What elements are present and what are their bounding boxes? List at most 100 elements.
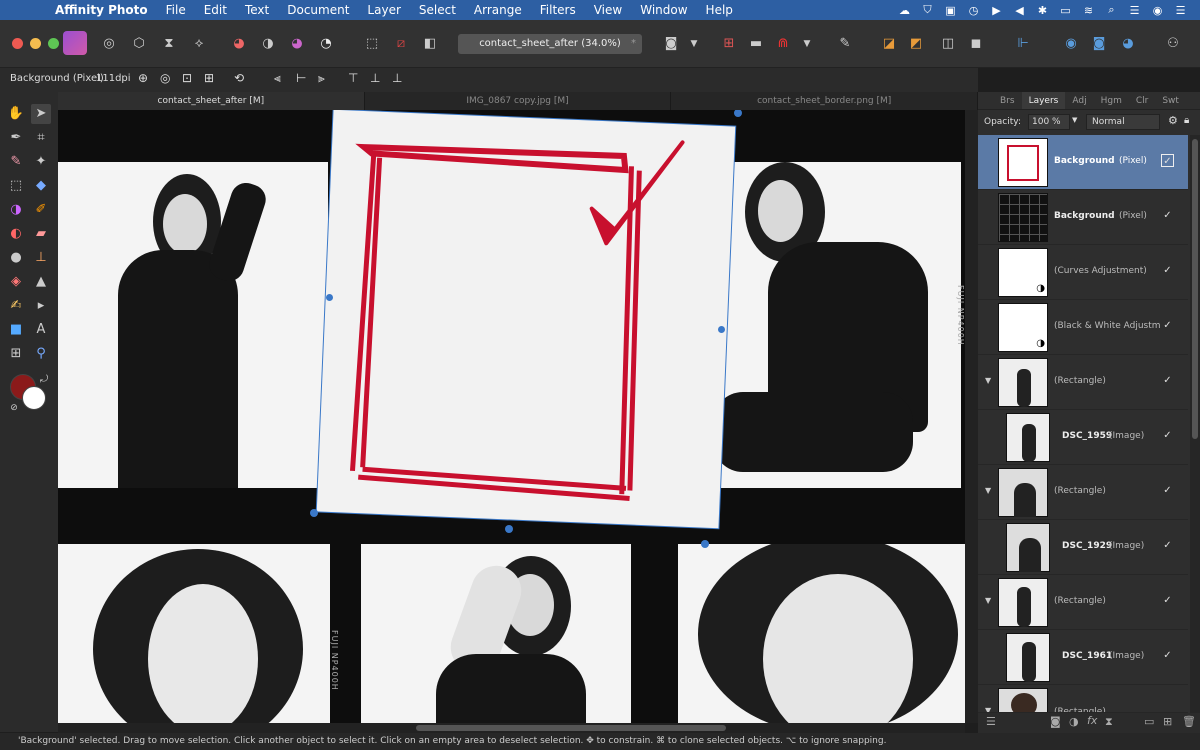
menu-document[interactable]: Document <box>278 3 358 17</box>
add-pixel-layer-icon[interactable]: ⊞ <box>1163 715 1172 728</box>
disclosure-triangle-icon[interactable]: ▼ <box>985 376 991 385</box>
snapping-grid-icon[interactable]: ⊞ <box>718 33 740 55</box>
liquify-persona-icon[interactable]: ◎ <box>98 33 120 55</box>
vertical-scrollbar[interactable] <box>965 110 978 723</box>
move-back-icon[interactable]: ◫ <box>937 33 959 55</box>
no-selection-icon[interactable]: ⧄ <box>390 33 412 55</box>
layer-item[interactable]: DSC_1929 (Image) ✓ <box>978 520 1188 575</box>
menu-text[interactable]: Text <box>236 3 278 17</box>
zoom-tool-icon[interactable]: ⚲ <box>31 344 51 364</box>
group-folder-icon[interactable]: ▭ <box>1144 715 1154 728</box>
selection-handle-top-right[interactable] <box>734 110 742 117</box>
lock-icon[interactable]: 🔒︎ <box>1184 115 1189 126</box>
auto-contrast-icon[interactable]: ◑ <box>257 33 279 55</box>
text-tool-icon[interactable]: A <box>31 320 51 340</box>
flood-select-icon[interactable]: ✦ <box>31 152 51 172</box>
tab-brushes[interactable]: Brs <box>978 92 1022 109</box>
document-title-field[interactable]: contact_sheet_after (34.0%) * <box>458 34 642 54</box>
tab-contact-sheet-border[interactable]: contact_sheet_border.png [M] <box>671 92 979 110</box>
mask-layer-icon[interactable]: ◙ <box>1050 715 1061 728</box>
align-bottom-icon[interactable]: ⊥ <box>392 71 402 85</box>
layer-item[interactable]: ◑ (Black & White Adjustmer ✓ <box>978 300 1188 355</box>
creative-cloud-icon[interactable]: ☁ <box>893 4 916 17</box>
adjustment-layer-icon[interactable]: ◑ <box>1069 715 1079 728</box>
align-right-icon[interactable]: ⫸ <box>318 71 325 86</box>
blend-mode-select[interactable]: Normal <box>1086 114 1160 130</box>
tab-color[interactable]: Clr <box>1129 92 1156 109</box>
red-eye-icon[interactable]: ◈ <box>6 272 26 292</box>
no-fill-icon[interactable]: ⊘ <box>4 398 24 418</box>
photo-persona-icon[interactable] <box>63 31 87 55</box>
marquee-tool-icon[interactable]: ⬚ <box>6 176 26 196</box>
pen-tool-icon[interactable]: ✍ <box>6 296 26 316</box>
menu-file[interactable]: File <box>157 3 195 17</box>
assistant-icon[interactable]: ◙ <box>660 33 682 55</box>
layer-item[interactable]: DSC_1959 (Image) ✓ <box>978 410 1188 465</box>
node-tool-icon[interactable]: ▸ <box>31 296 51 316</box>
gear-icon[interactable]: ⚙ <box>1168 114 1178 127</box>
rectangle-tool-icon[interactable]: ■ <box>6 320 26 340</box>
snapping-options-icon[interactable]: ▬ <box>745 33 767 55</box>
selection-handle-bottom-right[interactable] <box>701 540 709 548</box>
align-icon[interactable]: ⊩ <box>1012 33 1034 55</box>
transform-origin-icon[interactable]: ⊕ <box>138 71 148 85</box>
selection-brush-icon[interactable]: ✎ <box>6 152 26 172</box>
layer-item[interactable]: DSC_1961 (Image) ✓ <box>978 630 1188 685</box>
selection-handle-bottom-left[interactable] <box>310 509 318 517</box>
play-icon[interactable]: ▶ <box>985 4 1008 17</box>
layer-visibility-checkbox[interactable]: ✓ <box>1161 539 1174 552</box>
layer-item[interactable]: ▼ (Rectangle) ✓ <box>978 575 1188 630</box>
search-icon[interactable]: ⌕ <box>1100 3 1123 17</box>
photo-bottom-middle-foot[interactable] <box>361 544 631 723</box>
trash-icon[interactable]: 🗑︎ <box>1182 715 1196 728</box>
move-forward-icon[interactable]: ◼ <box>965 33 987 55</box>
layer-visibility-checkbox[interactable]: ✓ <box>1161 594 1174 607</box>
document-canvas[interactable]: FUJI NP400H FUJI NP400H <box>58 110 965 723</box>
tone-mapping-persona-icon[interactable]: ⧗ <box>158 33 180 55</box>
auto-levels-icon[interactable]: ◕ <box>228 33 250 55</box>
pen-pressure-icon[interactable]: ✎ <box>834 33 856 55</box>
screenshot-icon[interactable]: ▣ <box>939 4 962 17</box>
fill-tool-icon[interactable]: ◆ <box>31 176 51 196</box>
layers-scroll-thumb[interactable] <box>1192 139 1198 439</box>
blur-brush-icon[interactable]: ● <box>6 248 26 268</box>
mesh-warp-icon[interactable]: ⊞ <box>6 344 26 364</box>
siri-icon[interactable]: ◉ <box>1146 4 1169 17</box>
layer-visibility-checkbox[interactable]: ✓ <box>1161 319 1174 332</box>
wifi-icon[interactable]: ≋ <box>1077 4 1100 17</box>
arrange-back-icon[interactable]: ◪ <box>878 33 900 55</box>
layers-stack-icon[interactable]: ☰ <box>986 715 996 728</box>
photo-left-standing[interactable] <box>58 162 328 488</box>
quick-mask-icon[interactable]: ◧ <box>419 33 441 55</box>
layer-visibility-checkbox[interactable]: ✓ <box>1161 374 1174 387</box>
align-left-icon[interactable]: ⫷ <box>274 71 281 86</box>
sharpen-brush-icon[interactable]: ▲ <box>31 272 51 292</box>
close-window-button[interactable] <box>12 38 23 49</box>
layers-scrollbar[interactable] <box>1190 135 1200 715</box>
bluetooth-icon[interactable]: ✱ <box>1031 4 1054 17</box>
tab-layers[interactable]: Layers <box>1021 92 1066 109</box>
opacity-field[interactable]: 100 % <box>1028 114 1070 130</box>
tab-adjustments[interactable]: Adj <box>1065 92 1093 109</box>
background-pixel-layer[interactable] <box>316 110 736 529</box>
paint-brush-icon[interactable]: ✐ <box>31 200 51 220</box>
fx-icon[interactable]: fx <box>1087 714 1097 727</box>
transform-rotate-icon[interactable]: ⟲ <box>234 71 244 85</box>
layer-item[interactable]: ▼ (Rectangle) ✓ <box>978 355 1188 410</box>
layer-visibility-checkbox[interactable]: ✓ <box>1161 209 1174 222</box>
arrange-forward-icon[interactable]: ◩ <box>905 33 927 55</box>
live-filter-icon[interactable]: ⧗ <box>1105 715 1113 729</box>
move-tool-icon[interactable]: ➤ <box>31 104 51 124</box>
boolean-intersect-icon[interactable]: ◕ <box>1117 33 1139 55</box>
horizontal-scrollbar[interactable] <box>58 723 965 733</box>
tab-contact-sheet-after[interactable]: contact_sheet_after [M] <box>58 92 365 110</box>
layer-visibility-checkbox[interactable]: ✓ <box>1161 154 1174 167</box>
minimize-window-button[interactable] <box>30 38 41 49</box>
boolean-add-icon[interactable]: ◉ <box>1060 33 1082 55</box>
menu-select[interactable]: Select <box>410 3 465 17</box>
snapping-chevron-icon[interactable]: ▼ <box>796 33 818 55</box>
gradient-tool-icon[interactable]: ◑ <box>6 200 26 220</box>
layer-visibility-checkbox[interactable]: ✓ <box>1161 264 1174 277</box>
export-persona-icon[interactable]: ⟡ <box>188 33 210 55</box>
auto-colors-icon[interactable]: ◕ <box>286 33 308 55</box>
